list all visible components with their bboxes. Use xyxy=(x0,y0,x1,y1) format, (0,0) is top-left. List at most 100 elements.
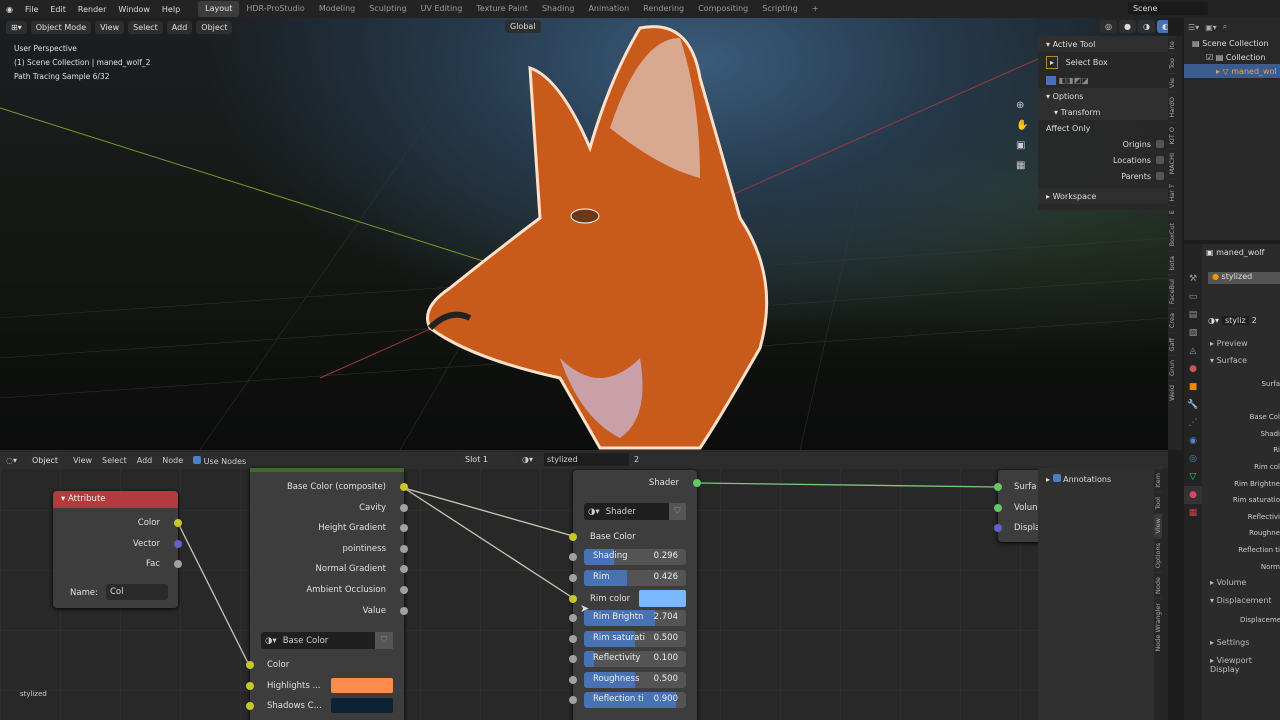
menu-select[interactable]: Select xyxy=(128,20,163,34)
rendered-shading-icon[interactable]: ◐ xyxy=(1156,20,1168,33)
scene-tab-icon[interactable]: ◬ xyxy=(1184,342,1202,360)
texture-tab-icon[interactable]: ▦ xyxy=(1184,504,1202,522)
input-socket[interactable] xyxy=(569,655,577,663)
use-nodes-toggle[interactable]: Use Nodes xyxy=(193,455,246,466)
object-mode-dropdown[interactable]: Object xyxy=(27,454,64,467)
tab-grun[interactable]: Grun xyxy=(1168,355,1176,380)
filter-icon[interactable]: ▣▾ xyxy=(1205,23,1217,32)
origins-row[interactable]: Origins xyxy=(1038,136,1168,152)
tab-animation[interactable]: Animation xyxy=(581,1,636,17)
locations-row[interactable]: Locations xyxy=(1038,152,1168,168)
shadows-color-swatch[interactable] xyxy=(331,698,393,713)
input-color-socket[interactable] xyxy=(246,661,254,669)
tab-boxcut[interactable]: BoxCut xyxy=(1168,218,1176,251)
physics-tab-icon[interactable]: ◉ xyxy=(1184,432,1202,450)
input-socket[interactable] xyxy=(569,573,577,582)
tab-tool[interactable]: Tool xyxy=(1154,491,1162,514)
editor-type-icon[interactable]: ⊞▾ xyxy=(6,20,27,34)
tab-item[interactable]: Item xyxy=(1154,468,1162,492)
input-volume-socket[interactable] xyxy=(994,504,1002,512)
menu-view[interactable]: View xyxy=(95,20,125,34)
menu-help[interactable]: Help xyxy=(156,5,186,14)
shader-group-name[interactable]: Shader xyxy=(606,507,636,517)
wireframe-shading-icon[interactable]: ◎ xyxy=(1100,20,1117,33)
search-icon[interactable]: ⌕ xyxy=(1223,22,1227,32)
3d-viewport[interactable]: ⊞▾ Object Mode View Select Add Object Gl… xyxy=(0,18,1168,450)
tab-node[interactable]: Node xyxy=(1154,571,1162,598)
tab-tool[interactable]: Too xyxy=(1168,53,1176,74)
world-tab-icon[interactable]: ● xyxy=(1184,360,1202,378)
tab-weld[interactable]: Weld xyxy=(1168,379,1176,405)
tab-hardops[interactable]: HardO xyxy=(1168,92,1176,123)
tab-texture-paint[interactable]: Texture Paint xyxy=(469,1,535,17)
tab-hard-tools[interactable]: Har T xyxy=(1168,178,1176,206)
displacement-row[interactable]: Displaceme xyxy=(1240,616,1280,624)
displacement-panel[interactable]: ▾ Displacement xyxy=(1210,596,1272,605)
menu-select[interactable]: Select xyxy=(102,456,127,465)
group-output-socket[interactable] xyxy=(400,544,408,553)
tab-sculpting[interactable]: Sculpting xyxy=(362,1,413,17)
prop-row[interactable]: Rim saturatio xyxy=(1204,492,1280,509)
group-output-socket[interactable] xyxy=(400,606,408,615)
tab-scripting[interactable]: Scripting xyxy=(755,1,805,17)
fake-user-shield-icon[interactable]: ⛉ xyxy=(375,632,393,649)
prop-row[interactable]: Norm xyxy=(1204,559,1280,576)
highlights-color-swatch[interactable] xyxy=(331,678,393,693)
tab-e[interactable]: E xyxy=(1168,205,1176,219)
output-vector-socket[interactable] xyxy=(174,540,182,548)
menu-node[interactable]: Node xyxy=(162,456,183,465)
menu-view[interactable]: View xyxy=(73,456,92,465)
material-tab-icon[interactable]: ● xyxy=(1184,486,1202,504)
value-slider[interactable]: Roughness 0.500 xyxy=(584,671,686,688)
select-box-tool[interactable]: ▸ Select Box xyxy=(1038,52,1168,72)
input-socket[interactable] xyxy=(569,614,577,622)
select-mode-buttons[interactable]: ◧◨◩◪ xyxy=(1038,72,1168,88)
tab-compositing[interactable]: Compositing xyxy=(691,1,755,17)
tab-create[interactable]: Crea xyxy=(1168,308,1176,333)
menu-add[interactable]: Add xyxy=(137,456,153,465)
origins-checkbox[interactable] xyxy=(1156,140,1164,148)
menu-edit[interactable]: Edit xyxy=(44,5,72,14)
material-shading-icon[interactable]: ◑ xyxy=(1137,20,1155,33)
mode-dropdown[interactable]: Object Mode xyxy=(30,20,92,34)
output-color-socket[interactable] xyxy=(174,519,182,527)
pan-hand-icon[interactable]: ✋ xyxy=(1016,116,1028,136)
material-name-field[interactable]: styliz xyxy=(1222,316,1249,325)
tab-rendering[interactable]: Rendering xyxy=(636,1,691,17)
workspace-header[interactable]: ▸ Workspace xyxy=(1038,188,1168,204)
tool-tab-icon[interactable]: ⚒ xyxy=(1184,270,1202,288)
input-base-color-socket[interactable] xyxy=(569,533,577,541)
rim-color-swatch[interactable] xyxy=(639,590,686,607)
node-group-name[interactable]: Base Color xyxy=(283,636,329,646)
blender-logo-icon[interactable]: ◉ xyxy=(0,5,19,14)
particles-tab-icon[interactable]: ⋰ xyxy=(1184,414,1202,432)
viewport-display-panel[interactable]: ▸ Viewport Display xyxy=(1210,656,1280,674)
tab-options[interactable]: Options xyxy=(1154,537,1162,572)
attribute-name-input[interactable]: Col xyxy=(106,584,168,600)
prop-row[interactable]: Base Col xyxy=(1204,409,1280,426)
settings-panel[interactable]: ▸ Settings xyxy=(1210,638,1249,647)
input-socket[interactable] xyxy=(569,634,577,643)
locations-checkbox[interactable] xyxy=(1156,156,1164,164)
node-group-selector[interactable]: ◑▾ Base Color xyxy=(261,632,393,649)
input-socket[interactable] xyxy=(569,696,577,704)
prop-row[interactable]: Surfa xyxy=(1204,376,1280,393)
tab-gaffer[interactable]: Gaff xyxy=(1168,332,1176,356)
surface-panel[interactable]: ▾ Surface xyxy=(1210,356,1247,365)
camera-icon[interactable]: ▣ xyxy=(1016,136,1028,156)
tab-machin3[interactable]: MACHI xyxy=(1168,148,1176,179)
tab-facebuilder[interactable]: FaceBul xyxy=(1168,274,1176,309)
value-slider[interactable]: Reflectivity 0.100 xyxy=(584,651,686,667)
group-output-socket[interactable] xyxy=(400,483,408,491)
object-tab-icon[interactable]: ■ xyxy=(1184,378,1202,396)
menu-add[interactable]: Add xyxy=(166,20,193,34)
output-fac-socket[interactable] xyxy=(174,560,182,568)
preview-panel[interactable]: ▸ Preview xyxy=(1210,339,1248,348)
annotations-row[interactable]: ▸ Annotations xyxy=(1038,468,1168,490)
transform-header[interactable]: ▾ Transform xyxy=(1038,104,1168,120)
prop-row[interactable]: Rim Brightne xyxy=(1204,476,1280,493)
group-output-socket[interactable] xyxy=(400,503,408,512)
annotations-checkbox[interactable] xyxy=(1052,474,1061,482)
tab-bota[interactable]: bota xyxy=(1168,250,1176,275)
input-surface-socket[interactable] xyxy=(994,483,1002,491)
